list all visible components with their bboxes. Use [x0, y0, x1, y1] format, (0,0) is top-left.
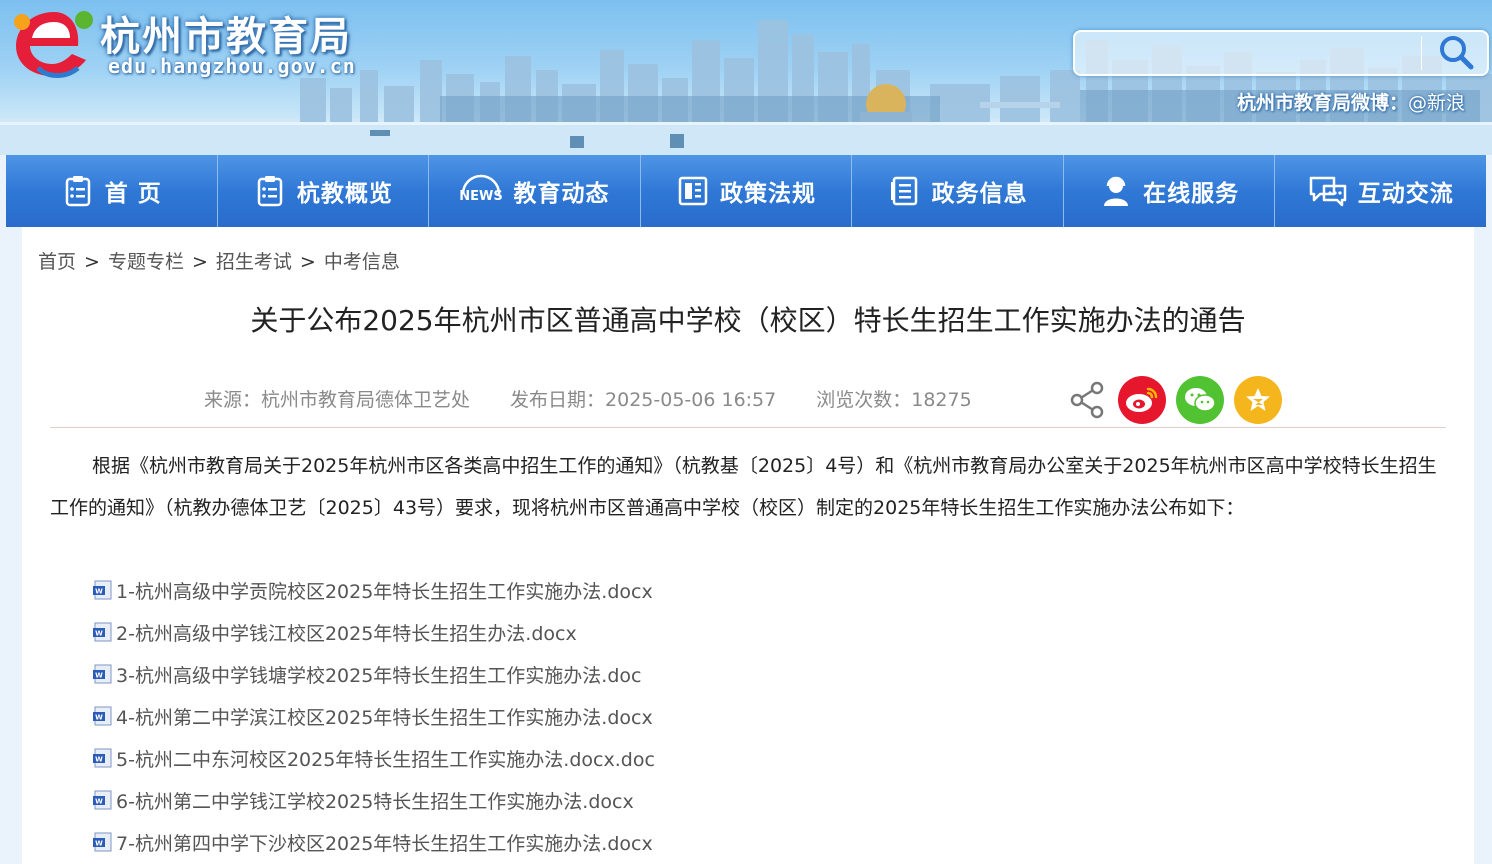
qzone-star-icon	[1246, 388, 1270, 411]
nav-item-news[interactable]: NEWS 教育动态	[429, 155, 641, 227]
site-logo[interactable]: 杭州市教育局 edu.hangzhou.gov.cn	[8, 2, 388, 82]
search-button[interactable]	[1425, 32, 1487, 74]
breadcrumb-separator: >	[299, 251, 316, 273]
svg-text:W: W	[95, 714, 103, 722]
svg-text:W: W	[95, 756, 103, 764]
search-icon	[1440, 36, 1474, 70]
svg-text:W: W	[95, 588, 103, 596]
breadcrumb-zhongkao-info[interactable]: 中考信息	[324, 251, 400, 273]
breadcrumb-separator: >	[191, 251, 208, 273]
attachment-list: W 1-杭州高级中学贡院校区2025年特长生招生工作实施办法.docx W 2-…	[92, 569, 655, 863]
word-doc-icon: W	[93, 706, 112, 726]
breadcrumb-special-topics[interactable]: 专题专栏	[108, 251, 184, 273]
attachment-link[interactable]: 6-杭州第二中学钱江学校2025特长生招生工作实施办法.docx	[116, 787, 634, 814]
attachment-link[interactable]: 3-杭州高级中学钱塘学校2025年特长生招生工作实施办法.doc	[116, 661, 641, 688]
document-grid-icon	[678, 176, 708, 206]
nav-item-online-service[interactable]: 在线服务	[1064, 155, 1276, 227]
attachment-item[interactable]: W 5-杭州二中东河校区2025年特长生招生工作实施办法.docx.doc	[92, 737, 655, 779]
share-button[interactable]	[1068, 376, 1108, 424]
attachment-link[interactable]: 2-杭州高级中学钱江校区2025年特长生招生办法.docx	[116, 619, 577, 646]
svg-text:W: W	[95, 798, 103, 806]
attachment-item[interactable]: W 3-杭州高级中学钱塘学校2025年特长生招生工作实施办法.doc	[92, 653, 655, 695]
share-wechat-button[interactable]	[1176, 376, 1224, 424]
word-doc-icon: W	[93, 622, 112, 642]
breadcrumb: 首页 > 专题专栏 > 招生考试 > 中考信息	[38, 247, 400, 274]
attachment-item[interactable]: W 4-杭州第二中学滨江校区2025年特长生招生工作实施办法.docx	[92, 695, 655, 737]
attachment-item[interactable]: W 6-杭州第二中学钱江学校2025特长生招生工作实施办法.docx	[92, 779, 655, 821]
article-title: 关于公布2025年杭州市区普通高中学校（校区）特长生招生工作实施办法的通告	[250, 304, 1246, 337]
site-domain: edu.hangzhou.gov.cn	[108, 54, 356, 78]
nav-item-interaction[interactable]: 互动交流	[1275, 155, 1486, 227]
logo-emblem-icon	[14, 11, 93, 78]
nav-label: 互动交流	[1357, 181, 1454, 207]
attachment-item[interactable]: W 2-杭州高级中学钱江校区2025年特长生招生办法.docx	[92, 611, 655, 653]
word-doc-icon: W	[93, 832, 112, 852]
share-weibo-button[interactable]	[1118, 376, 1166, 424]
svg-text:NEWS: NEWS	[460, 189, 503, 204]
content-panel: 首页 > 专题专栏 > 招生考试 > 中考信息 关于公布2025年杭州市区普通高中学校（校区…	[22, 227, 1474, 864]
clipboard-icon	[257, 176, 283, 207]
nav-label: 首 页	[104, 181, 162, 207]
nav-label: 政策法规	[720, 181, 817, 207]
weibo-link[interactable]: 杭州市教育局微博：@新浪	[1237, 88, 1465, 115]
breadcrumb-enrollment-exams[interactable]: 招生考试	[216, 251, 292, 273]
headset-user-icon	[1104, 176, 1129, 206]
meta-divider	[50, 427, 1446, 428]
share-icon	[1070, 381, 1104, 419]
weibo-icon	[1126, 387, 1158, 412]
word-doc-icon: W	[93, 748, 112, 768]
search-box	[1073, 30, 1489, 76]
attachment-link[interactable]: 5-杭州二中东河校区2025年特长生招生工作实施办法.docx.doc	[116, 745, 655, 772]
breadcrumb-separator: >	[84, 251, 100, 273]
weibo-label: 杭州市教育局微博：	[1237, 92, 1409, 114]
search-input[interactable]	[1083, 36, 1413, 70]
word-doc-icon: W	[93, 580, 112, 600]
main-nav: 首 页 杭教概览 NEWS 教育动态 政策法规 政务信息 在线服务 互动交流	[6, 155, 1486, 227]
clipboard-icon	[65, 176, 91, 207]
wechat-icon	[1185, 388, 1216, 412]
nav-label: 政务信息	[931, 181, 1028, 207]
attachment-item[interactable]: W 7-杭州第四中学下沙校区2025年特长生招生工作实施办法.docx	[92, 821, 655, 863]
word-doc-icon: W	[93, 790, 112, 810]
attachment-link[interactable]: 4-杭州第二中学滨江校区2025年特长生招生工作实施办法.docx	[116, 703, 653, 730]
article-meta: 来源：杭州市教育局德体卫艺处 发布日期：2025-05-06 16:57 浏览次…	[204, 385, 972, 415]
article-date: 发布日期：2025-05-06 16:57	[510, 389, 777, 411]
svg-text:W: W	[95, 672, 103, 680]
header-banner: 杭州市教育局 edu.hangzhou.gov.cn 杭州市教育局微博：@新浪	[0, 0, 1492, 155]
nav-label: 杭教概览	[296, 181, 393, 207]
article-views: 浏览次数：18275	[816, 389, 972, 411]
news-icon: NEWS	[460, 174, 503, 204]
nav-label: 在线服务	[1143, 181, 1240, 207]
attachment-link[interactable]: 1-杭州高级中学贡院校区2025年特长生招生工作实施办法.docx	[116, 577, 653, 604]
word-doc-icon: W	[93, 664, 112, 684]
nav-item-policy[interactable]: 政策法规	[641, 155, 853, 227]
list-icon	[890, 176, 917, 206]
article-source: 来源：杭州市教育局德体卫艺处	[204, 389, 471, 411]
share-qzone-button[interactable]	[1234, 376, 1282, 424]
svg-text:W: W	[95, 630, 103, 638]
nav-label: 教育动态	[513, 181, 610, 207]
chat-bubbles-icon	[1309, 176, 1346, 207]
nav-item-gov-info[interactable]: 政务信息	[852, 155, 1064, 227]
breadcrumb-home[interactable]: 首页	[38, 251, 76, 273]
weibo-handle: @新浪	[1408, 92, 1466, 114]
attachment-link[interactable]: 7-杭州第四中学下沙校区2025年特长生招生工作实施办法.docx	[116, 829, 653, 856]
nav-item-overview[interactable]: 杭教概览	[218, 155, 430, 227]
attachment-item[interactable]: W 1-杭州高级中学贡院校区2025年特长生招生工作实施办法.docx	[92, 569, 655, 611]
search-divider	[1421, 36, 1422, 70]
nav-item-home[interactable]: 首 页	[6, 155, 218, 227]
article-body: 根据《杭州市教育局关于2025年杭州市区各类高中招生工作的通知》（杭教基〔202…	[50, 455, 1437, 519]
svg-text:W: W	[95, 840, 103, 848]
share-bar	[1068, 375, 1282, 425]
